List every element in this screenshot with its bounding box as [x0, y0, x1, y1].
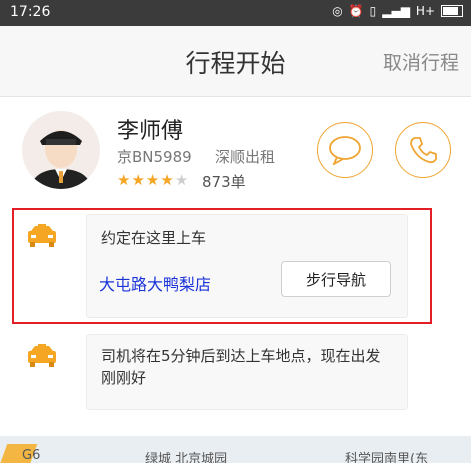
message-button[interactable]	[317, 122, 373, 178]
nav-bar: 行程开始 取消行程	[0, 26, 471, 97]
battery-icon	[441, 5, 463, 17]
map-label: G6	[22, 448, 41, 463]
phone-icon	[410, 137, 437, 164]
cancel-trip-button[interactable]: 取消行程	[383, 48, 459, 75]
map-label: 绿城 北京城园	[145, 452, 228, 463]
call-button[interactable]	[395, 122, 451, 178]
map-label: 科学园南里(东	[345, 452, 429, 463]
eta-text: 司机将在5分钟后到达上车地点，现在出发刚刚好	[101, 347, 381, 387]
status-bar: 17:26 ◎ ⏰ ▯ ▂▄▆ H+	[0, 0, 471, 26]
driver-rating: ★★★★★	[117, 171, 189, 189]
alarm-icon: ⏰	[348, 4, 364, 18]
map-view[interactable]: G6 绿城 北京城园 科学园南里(东	[0, 436, 471, 463]
taxi-icon	[22, 336, 62, 376]
order-count: 873单	[202, 173, 246, 191]
star-filled-icon: ★	[117, 171, 132, 189]
license-plate: 京BN5989	[117, 148, 192, 166]
driver-name: 李师傅	[117, 119, 184, 144]
star-filled-icon: ★	[145, 171, 161, 189]
location-icon: ◎	[332, 4, 343, 18]
taxi-company: 深顺出租	[215, 148, 276, 166]
status-time: 17:26	[10, 4, 51, 20]
star-empty-icon: ★	[174, 171, 190, 189]
driver-panel: 李师傅 京BN5989 深顺出租 ★★★★★ 873单	[0, 97, 471, 207]
driver-avatar	[22, 111, 100, 189]
highlight-box	[12, 208, 432, 324]
star-filled-icon: ★	[160, 171, 175, 189]
status-icons: ◎ ⏰ ▯ ▂▄▆ H+	[332, 4, 463, 18]
network-type: H+	[415, 4, 435, 18]
star-filled-icon: ★	[131, 171, 146, 189]
chat-icon	[329, 136, 361, 165]
signal-icon: ▂▄▆	[382, 4, 410, 18]
eta-message: 司机将在5分钟后到达上车地点，现在出发刚刚好	[86, 334, 408, 410]
vibrate-icon: ▯	[369, 4, 377, 18]
